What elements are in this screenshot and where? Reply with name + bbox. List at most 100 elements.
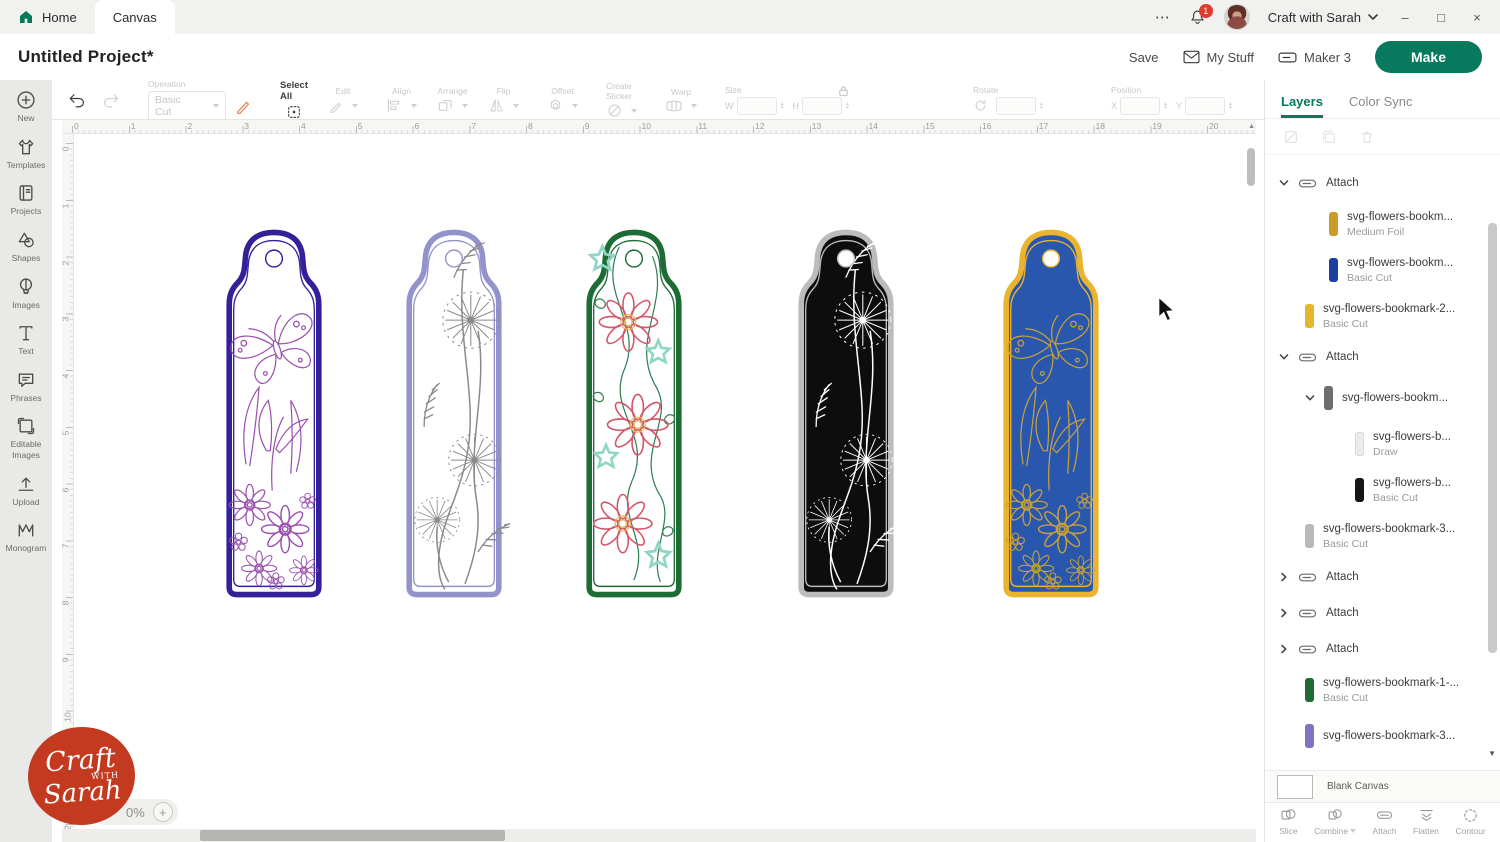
slice-button[interactable]: Slice (1279, 807, 1298, 836)
layers-scrollbar[interactable] (1488, 161, 1497, 764)
canvas-object-bookmark-1-purple-butterfly[interactable] (218, 207, 330, 605)
hruler-number: 6 (414, 121, 420, 131)
layer-group-row[interactable]: Attach (1265, 339, 1500, 375)
layer-thumbnail (1305, 304, 1314, 328)
lock-icon[interactable] (838, 85, 849, 97)
chevron-right-icon[interactable] (1279, 644, 1289, 654)
layer-operation-label: Basic Cut (1323, 317, 1368, 330)
zoom-in-button[interactable]: + (152, 802, 173, 822)
position-y-field[interactable]: Y ▲ ▼ (1176, 96, 1233, 115)
hruler-number: 17 (1038, 121, 1049, 131)
delete-icon[interactable] (1359, 129, 1375, 145)
pen-color-icon[interactable] (234, 97, 252, 115)
layer-label: Attach (1326, 350, 1359, 363)
layer-label: Attach (1326, 176, 1359, 189)
layers-scroll-down-icon[interactable]: ▼ (1488, 749, 1496, 758)
canvas-object-bookmark-5-blue-gold-butterfly[interactable] (995, 207, 1107, 605)
sidebar-item-monogram[interactable]: Monogram (0, 520, 52, 554)
create-sticker-icon[interactable] (606, 103, 623, 118)
sidebar-item-label: Shapes (11, 252, 41, 263)
chevron-right-icon[interactable] (1279, 572, 1289, 582)
horizontal-scrollbar[interactable] (62, 829, 1256, 842)
window-close-button[interactable]: × (1468, 10, 1486, 25)
my-stuff-button[interactable]: My Stuff (1183, 50, 1254, 65)
layer-row[interactable]: svg-flowers-bookmark-3... Basic Cut (1265, 513, 1500, 559)
rotate-icon[interactable] (973, 98, 988, 113)
chevron-right-icon[interactable] (1279, 608, 1289, 618)
canvas-object-bookmark-2-lavender-dandelion[interactable] (398, 207, 510, 605)
align-icon[interactable] (386, 98, 403, 113)
vertical-scrollbar[interactable] (1246, 134, 1256, 828)
window-minimize-button[interactable]: – (1396, 10, 1414, 25)
sidebar-item-projects[interactable]: Projects (0, 183, 52, 217)
notifications-bell-icon[interactable]: 1 (1189, 3, 1213, 26)
sidebar-item-phrases[interactable]: Phrases (0, 370, 52, 404)
tab-canvas[interactable]: Canvas (94, 0, 175, 34)
layer-row[interactable]: svg-flowers-bookmark-2... Basic Cut (1265, 293, 1500, 339)
position-x-field[interactable]: X ▲ ▼ (1111, 96, 1168, 115)
vscroll-up-icon[interactable]: ▲ (1248, 123, 1255, 130)
size-width-field[interactable]: W ▲ ▼ (725, 96, 784, 115)
layer-row[interactable]: svg-flowers-bookm... Basic Cut (1265, 247, 1500, 293)
sidebar-item-upload[interactable]: Upload (0, 474, 52, 508)
edit-pen-icon[interactable] (328, 98, 344, 114)
rotate-field[interactable]: ▲ ▼ (996, 96, 1044, 115)
header: Untitled Project* Save My Stuff Maker 3 … (0, 34, 1500, 80)
layer-thumbnail (1355, 432, 1364, 456)
flatten-button[interactable]: Flatten (1413, 807, 1439, 836)
layer-label: svg-flowers-bookm... (1347, 210, 1454, 223)
machine-select-button[interactable]: Maker 3 (1278, 50, 1351, 65)
duplicate-icon[interactable] (1321, 129, 1337, 145)
sidebar-item-images[interactable]: Images (0, 277, 52, 311)
save-button[interactable]: Save (1129, 50, 1159, 65)
sidebar-item-editable-images[interactable]: Editable Images (0, 416, 52, 460)
layer-group-row[interactable]: Attach (1265, 559, 1500, 595)
more-menu-icon[interactable]: ⋯ (1155, 8, 1171, 26)
canvas-object-bookmark-3-green-daisies[interactable] (578, 207, 690, 605)
layer-row[interactable]: svg-flowers-b... Draw (1265, 421, 1500, 467)
sidebar-item-new[interactable]: New (0, 90, 52, 124)
redo-icon[interactable] (102, 92, 120, 108)
layer-row[interactable]: svg-flowers-bookmark-3... (1265, 713, 1500, 759)
canvas-object-bookmark-4-black-dandelion[interactable] (790, 207, 902, 605)
contour-button[interactable]: Contour (1455, 807, 1486, 836)
warp-icon[interactable] (665, 99, 683, 113)
sidebar-item-shapes[interactable]: Shapes (0, 230, 52, 264)
window-maximize-button[interactable]: □ (1432, 10, 1450, 25)
layer-row[interactable]: svg-flowers-b... Basic Cut (1265, 467, 1500, 513)
images-icon (19, 277, 33, 294)
chevron-down-icon[interactable] (1305, 393, 1315, 403)
arrange-icon[interactable] (437, 98, 454, 113)
layer-group-row[interactable]: Attach (1265, 595, 1500, 631)
tab-home[interactable]: Home (0, 0, 95, 34)
sidebar-item-text[interactable]: Text (0, 323, 52, 357)
avatar[interactable] (1223, 4, 1250, 30)
select-all-icon[interactable] (285, 104, 303, 120)
sidebar-item-label: Monogram (5, 543, 47, 554)
account-menu[interactable]: Craft with Sarah (1268, 10, 1378, 25)
undo-icon[interactable] (68, 92, 86, 108)
operation-select[interactable]: Basic Cut (148, 90, 227, 121)
combine-button[interactable]: Combine (1314, 807, 1357, 836)
offset-icon[interactable] (547, 98, 564, 113)
layer-row[interactable]: svg-flowers-bookm... Medium Foil (1265, 201, 1500, 247)
layer-row[interactable]: svg-flowers-bookmark-1-... Basic Cut (1265, 667, 1500, 713)
flatten-label: Flatten (1413, 826, 1440, 836)
group-icon[interactable] (1283, 129, 1299, 145)
sidebar-item-label: Editable Images (10, 439, 42, 460)
flip-icon[interactable] (488, 98, 505, 113)
chevron-down-icon[interactable] (1279, 178, 1289, 188)
sidebar-item-templates[interactable]: Templates (0, 137, 52, 171)
chevron-down-icon[interactable] (1279, 352, 1289, 362)
notification-badge: 1 (1198, 3, 1213, 18)
layer-group-row[interactable]: Attach (1265, 631, 1500, 667)
attach-button[interactable]: Attach (1373, 807, 1397, 836)
layer-row[interactable]: svg-flowers-bookm... (1265, 375, 1500, 421)
make-button[interactable]: Make (1374, 41, 1482, 73)
sidebar-item-label: Text (18, 346, 34, 357)
tab-color-sync[interactable]: Color Sync (1349, 94, 1413, 118)
layer-group-row[interactable]: Attach (1265, 165, 1500, 201)
size-height-field[interactable]: H ▲ ▼ (792, 96, 850, 115)
tab-layers[interactable]: Layers (1281, 94, 1323, 118)
blank-canvas-row[interactable]: Blank Canvas (1265, 770, 1500, 802)
